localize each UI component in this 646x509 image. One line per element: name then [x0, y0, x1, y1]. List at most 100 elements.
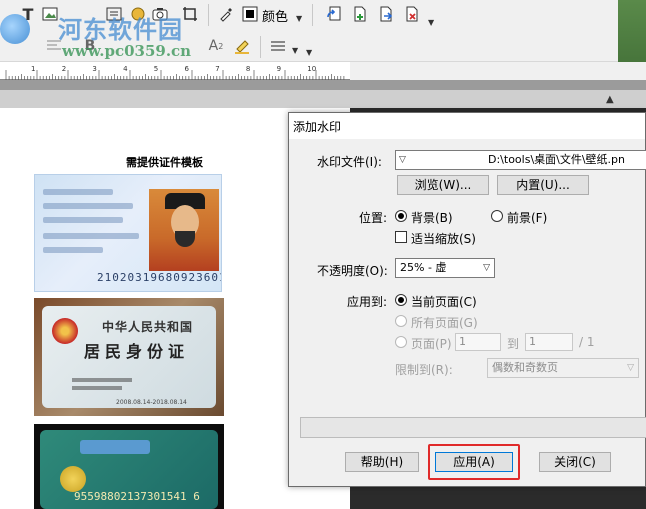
subscript-icon[interactable]: A2: [206, 36, 226, 56]
portrait-image: [149, 189, 219, 271]
opacity-value: 25% - 虚: [400, 261, 447, 274]
portrait-beard: [175, 231, 195, 247]
ruler-mark-label: 5: [154, 65, 158, 73]
card-number: 95598802137301541 6: [74, 490, 200, 503]
position-label: 位置:: [359, 211, 388, 225]
crop-tool-icon[interactable]: [180, 4, 200, 24]
scroll-up-icon[interactable]: ▲: [606, 94, 614, 105]
chevron-down-icon: ▽: [483, 263, 490, 273]
chevron-down-icon[interactable]: ▼: [292, 46, 298, 55]
current-page-radio[interactable]: [395, 294, 407, 306]
card-header-text: 中华人民共和国: [102, 320, 194, 334]
help-button[interactable]: 帮助(H): [345, 452, 419, 472]
id-card-back-image: 中华人民共和国 居民身份证 2008.08.14-2018.08.14: [34, 298, 224, 416]
card-text-line: [72, 386, 122, 390]
current-page-option-label: 当前页面(C): [411, 295, 477, 309]
page-range-option-label: 页面(P): [411, 337, 452, 351]
ruler-mark-label: 3: [92, 65, 96, 73]
toolbar-separator: [208, 4, 209, 26]
national-emblem-icon: [52, 318, 78, 344]
opacity-label: 不透明度(O):: [317, 264, 388, 278]
background-radio[interactable]: [395, 210, 407, 222]
to-label: 到: [507, 337, 520, 351]
watermark-file-label: 水印文件(I):: [317, 155, 382, 169]
highlighter-icon[interactable]: [232, 36, 252, 56]
line-style-icon[interactable]: [268, 36, 288, 56]
eyedropper-icon[interactable]: [216, 4, 236, 24]
apply-to-label: 应用到:: [347, 295, 388, 309]
page-add-icon[interactable]: [350, 4, 370, 24]
ruler-mark-label: 4: [123, 65, 128, 73]
chevron-down-icon: ▽: [399, 155, 406, 165]
ruler-background: [350, 62, 646, 80]
site-watermark-url: www.pc0359.cn: [62, 42, 192, 60]
card-text-line: [43, 203, 133, 209]
browse-button[interactable]: 浏览(W)...: [397, 175, 489, 195]
dialog-titlebar[interactable]: 添加水印: [289, 113, 645, 139]
foreground-option-label: 前景(F): [507, 211, 548, 225]
scale-checkbox-label: 适当缩放(S): [411, 232, 476, 246]
page-from-input[interactable]: 1: [455, 333, 501, 351]
card-text-line: [43, 189, 113, 195]
close-button[interactable]: 关闭(C): [539, 452, 611, 472]
progress-bar: [300, 417, 646, 438]
ruler-mark-label: 6: [185, 65, 190, 73]
ruler-mark-label: 7: [215, 65, 219, 73]
id-card-front-image: 210203196809236015: [34, 174, 222, 292]
card-title-text: 居民身份证: [84, 342, 190, 361]
card-text-line: [43, 247, 103, 253]
page-to-input[interactable]: 1: [525, 333, 573, 351]
watermark-file-value: D:\tools\桌面\文件\壁纸.pn: [488, 153, 626, 166]
color-swatch-icon[interactable]: [240, 4, 260, 24]
background-option-label: 背景(B): [411, 211, 453, 225]
page-export-icon[interactable]: [376, 4, 396, 24]
toolbar: T 颜色 ▼ ▼ B A2 ▼ ▼ 河东软件园 www.pc0359.cn: [0, 0, 646, 92]
card-text-line: [43, 233, 139, 239]
card-face: 中华人民共和国 居民身份证 2008.08.14-2018.08.14: [42, 306, 216, 408]
page-range-radio[interactable]: [395, 336, 407, 348]
all-pages-radio[interactable]: [395, 315, 407, 327]
all-pages-option-label: 所有页面(G): [411, 316, 478, 330]
card-face: 95598802137301541 6: [40, 430, 218, 509]
id-number: 210203196809236015: [97, 271, 222, 284]
ruler-mark-label: 10: [307, 65, 316, 73]
limit-value: 偶数和奇数页: [492, 361, 558, 374]
watermark-file-combo[interactable]: ▽ D:\tools\桌面\文件\壁纸.pn: [395, 150, 646, 170]
builtin-button[interactable]: 内置(U)...: [497, 175, 589, 195]
horizontal-ruler: 1 2 3 4 5 6 7 8 9 10: [0, 62, 350, 80]
chevron-down-icon: ▽: [627, 363, 634, 373]
page-total: / 1: [579, 335, 595, 349]
apply-button-highlight: [428, 444, 520, 480]
text-tool-icon[interactable]: T: [18, 4, 38, 24]
coin-icon: [60, 466, 86, 492]
image-tool-icon[interactable]: [40, 4, 60, 24]
dialog-title: 添加水印: [293, 120, 342, 134]
chevron-down-icon[interactable]: ▼: [306, 48, 312, 57]
card-text-line: [43, 217, 123, 223]
foreground-radio[interactable]: [491, 210, 503, 222]
toolbar-separator: [312, 4, 313, 26]
page-gap: [0, 90, 646, 108]
page-rotate-icon[interactable]: [324, 4, 344, 24]
opacity-select[interactable]: 25% - 虚 ▽: [395, 258, 495, 278]
scale-checkbox[interactable]: [395, 231, 407, 243]
ruler-ticks: 1 2 3 4 5 6 7 8 9 10: [5, 65, 345, 80]
limit-label: 限制到(R):: [395, 363, 453, 377]
chevron-down-icon[interactable]: ▼: [296, 14, 302, 23]
chevron-down-icon[interactable]: ▼: [428, 18, 434, 27]
validity-dates: 2008.08.14-2018.08.14: [116, 399, 187, 406]
page-delete-icon[interactable]: [402, 4, 422, 24]
bank-card-image: 95598802137301541 6: [34, 424, 224, 509]
site-watermark-text: 河东软件园: [58, 15, 183, 44]
ruler-mark-label: 9: [277, 65, 281, 73]
card-text-line: [72, 378, 132, 382]
ruler-mark-label: 2: [62, 65, 66, 73]
add-watermark-dialog: 添加水印 水印文件(I): ▽ D:\tools\桌面\文件\壁纸.pn 浏览(…: [288, 112, 646, 487]
limit-select[interactable]: 偶数和奇数页 ▽: [487, 358, 639, 378]
ruler-mark-label: 1: [31, 65, 35, 73]
toolbar-separator: [260, 36, 261, 58]
card-banner: [80, 440, 150, 454]
ruler-mark-label: 8: [246, 65, 250, 73]
document-title: 需提供证件模板: [126, 156, 203, 169]
color-label[interactable]: 颜色: [262, 6, 288, 25]
